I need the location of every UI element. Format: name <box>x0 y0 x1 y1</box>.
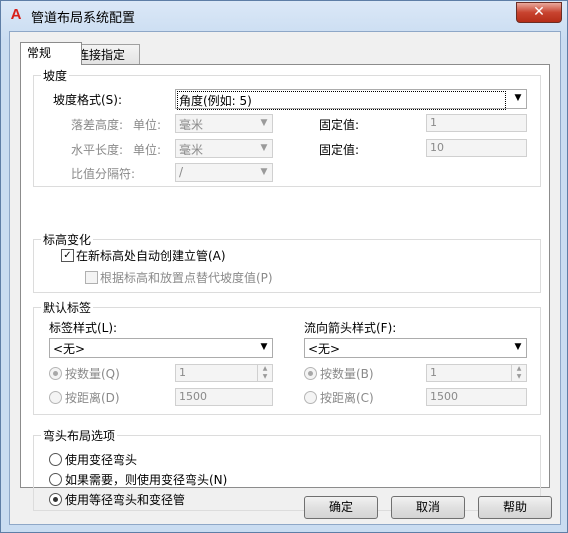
elevation-group-title: 标高变化 <box>41 231 94 248</box>
elbow-option-equal-radio[interactable] <box>49 493 62 506</box>
arrow-style-dropdown[interactable]: <无> ▼ <box>304 338 527 358</box>
label-by-distance-radio[interactable] <box>49 391 62 404</box>
chevron-down-icon: ▼ <box>260 118 268 128</box>
radio-dot-icon <box>53 371 58 376</box>
arrow-distance-input[interactable]: 1500 <box>426 388 527 406</box>
replace-slope-label: 根据标高和放置点替代坡度值(P) <box>100 271 273 285</box>
label-style-value: <无> <box>53 342 86 356</box>
dialog-client-area: 常规 连接指定 坡度 坡度格式(S): 角度(例如: 5) ▼ 落差高度: 单位… <box>9 31 561 525</box>
arrow-style-value: <无> <box>308 342 341 356</box>
run-fixed-label: 固定值: <box>319 143 360 157</box>
elbow-option-reducing-label: 使用变径弯头 <box>65 453 138 467</box>
label-style-label: 标签样式(L): <box>49 321 118 335</box>
autocad-logo-icon: A <box>10 6 22 23</box>
chevron-down-icon: ▼ <box>260 143 268 153</box>
tab-panel-general: 坡度 坡度格式(S): 角度(例如: 5) ▼ 落差高度: 单位: 毫米 ▼ 固… <box>20 64 550 511</box>
chevron-down-icon: ▼ <box>260 342 268 352</box>
stepper-up-icon[interactable]: ▲ <box>258 365 272 373</box>
elbow-option-if-needed-radio[interactable] <box>49 473 62 486</box>
rise-label: 落差高度: <box>71 118 124 132</box>
labels-group-title: 默认标签 <box>41 299 94 316</box>
arrow-style-label: 流向箭头样式(F): <box>304 321 397 335</box>
dialog-window: A 管道布局系统配置 ✕ 常规 连接指定 坡度 坡度格式(S): 角度(例如: … <box>0 0 568 533</box>
label-by-count-label: 按数量(Q) <box>65 367 120 381</box>
ratio-separator-dropdown[interactable]: / ▼ <box>175 163 273 182</box>
elbow-option-reducing-radio[interactable] <box>49 453 62 466</box>
rise-unit-dropdown[interactable]: 毫米 ▼ <box>175 114 273 133</box>
label-style-dropdown[interactable]: <无> ▼ <box>49 338 273 358</box>
auto-riser-checkbox[interactable]: ✓ <box>61 249 74 262</box>
auto-riser-label: 在新标高处自动创建立管(A) <box>76 249 226 263</box>
stepper-down-icon[interactable]: ▼ <box>258 373 272 381</box>
radio-dot-icon <box>308 371 313 376</box>
stepper-up-icon[interactable]: ▲ <box>512 365 526 373</box>
arrow-count-value: 1 <box>430 366 437 379</box>
slope-format-dropdown[interactable]: 角度(例如: 5) ▼ <box>175 89 527 110</box>
ratio-separator-label: 比值分隔符: <box>71 167 136 181</box>
arrow-count-stepper[interactable]: 1 ▲ ▼ <box>426 364 527 382</box>
replace-slope-checkbox[interactable] <box>85 271 98 284</box>
slope-format-value: 角度(例如: 5) <box>177 91 506 110</box>
window-title: 管道布局系统配置 <box>31 11 136 26</box>
label-count-stepper[interactable]: 1 ▲ ▼ <box>175 364 273 382</box>
arrow-by-distance-radio[interactable] <box>304 391 317 404</box>
arrow-by-distance-label: 按距离(C) <box>320 391 374 405</box>
help-button[interactable]: 帮助 <box>478 496 552 519</box>
chevron-down-icon: ▼ <box>514 93 522 103</box>
arrow-by-count-label: 按数量(B) <box>320 367 374 381</box>
label-by-distance-label: 按距离(D) <box>65 391 120 405</box>
label-count-value: 1 <box>179 366 186 379</box>
slope-group-title: 坡度 <box>41 67 70 84</box>
rise-fixed-label: 固定值: <box>319 118 360 132</box>
run-unit-dropdown[interactable]: 毫米 ▼ <box>175 139 273 158</box>
rise-fixed-input[interactable]: 1 <box>426 114 527 132</box>
check-icon: ✓ <box>63 250 72 261</box>
rise-unit-label: 单位: <box>133 118 162 132</box>
tab-general[interactable]: 常规 <box>20 42 82 65</box>
elbow-option-equal-label: 使用等径弯头和变径管 <box>65 493 186 507</box>
chevron-down-icon: ▼ <box>260 167 268 177</box>
ratio-separator-value: / <box>179 165 184 179</box>
elbow-group-title: 弯头布局选项 <box>41 427 118 444</box>
chevron-down-icon: ▼ <box>514 342 522 352</box>
arrow-by-count-radio[interactable] <box>304 367 317 380</box>
slope-format-label: 坡度格式(S): <box>53 93 123 107</box>
close-button[interactable]: ✕ <box>516 2 562 23</box>
ok-button[interactable]: 确定 <box>304 496 378 519</box>
stepper-down-icon[interactable]: ▼ <box>512 373 526 381</box>
rise-unit-value: 毫米 <box>179 118 204 132</box>
run-unit-label: 单位: <box>133 143 162 157</box>
radio-dot-icon <box>53 497 58 502</box>
label-distance-input[interactable]: 1500 <box>175 388 273 406</box>
elbow-option-if-needed-label: 如果需要，则使用变径弯头(N) <box>65 473 228 487</box>
run-fixed-input[interactable]: 10 <box>426 139 527 157</box>
title-bar[interactable]: A 管道布局系统配置 ✕ <box>1 1 567 29</box>
run-unit-value: 毫米 <box>179 143 204 157</box>
stepper-buttons[interactable]: ▲ ▼ <box>257 365 272 381</box>
stepper-buttons[interactable]: ▲ ▼ <box>511 365 526 381</box>
label-by-count-radio[interactable] <box>49 367 62 380</box>
cancel-button[interactable]: 取消 <box>391 496 465 519</box>
run-label: 水平长度: <box>71 143 124 157</box>
